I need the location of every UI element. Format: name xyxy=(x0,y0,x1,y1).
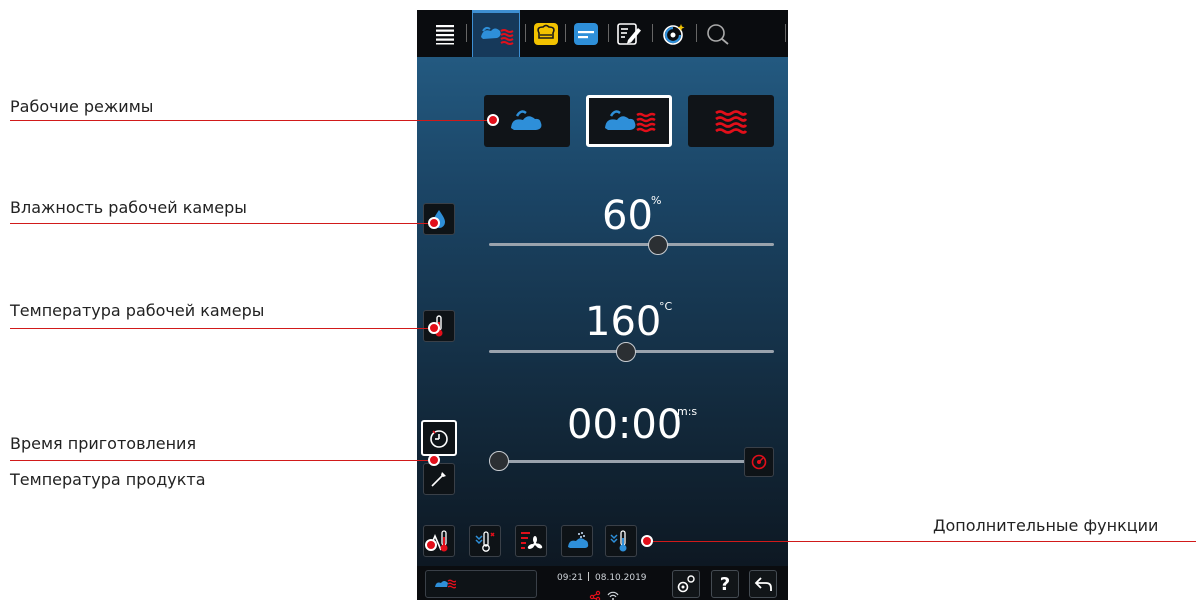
combi-oven-screen: 60 % 160 °C 00:00 m:s 09:21 | 08.10.2019… xyxy=(417,10,788,600)
search-icon xyxy=(707,23,729,45)
annotation-dot-cooking-time xyxy=(428,454,440,466)
mode-combi-button[interactable] xyxy=(586,95,672,147)
cooking-time-value: 00:00 xyxy=(567,402,683,448)
label-cabinet-humidity: Влажность рабочей камеры xyxy=(10,198,247,217)
help-button[interactable]: ? xyxy=(711,570,739,598)
cool-down-function-button[interactable] xyxy=(469,525,501,557)
preheat-icon xyxy=(610,530,627,552)
timer-icon xyxy=(430,430,448,448)
annotation-line-humidity xyxy=(10,223,434,224)
annotation-line-operating-modes xyxy=(10,120,493,121)
back-button[interactable] xyxy=(749,570,777,598)
annotation-dot-delta-t xyxy=(425,539,437,551)
annotation-line-temperature xyxy=(10,328,434,329)
label-cooking-time: Время приготовления xyxy=(10,434,197,453)
core-probe-icon xyxy=(431,472,446,487)
mode-convection-button[interactable] xyxy=(688,95,774,147)
annotation-line-additional-functions xyxy=(648,541,1196,542)
combi-steam-mode-icon xyxy=(481,26,514,45)
annotation-dot-humidity xyxy=(428,217,440,229)
program-list-icon xyxy=(574,22,598,45)
label-operating-modes: Рабочие режимы xyxy=(10,97,154,116)
cooking-time-unit: m:s xyxy=(677,405,698,418)
settings-button[interactable] xyxy=(672,570,700,598)
cooking-time-slider-knob[interactable] xyxy=(489,451,509,471)
humidify-icon xyxy=(568,532,589,548)
label-core-temperature: Температура продукта xyxy=(10,470,206,489)
cooking-time-button[interactable] xyxy=(421,420,457,456)
core-temperature-button[interactable] xyxy=(423,463,455,495)
status-date: 08.10.2019 xyxy=(595,573,647,583)
cabinet-temperature-unit: °C xyxy=(659,300,673,313)
tab-search[interactable] xyxy=(701,10,735,57)
tab-separator xyxy=(565,24,566,42)
cabinet-temperature-slider-knob[interactable] xyxy=(616,342,636,362)
humidity-slider-track[interactable] xyxy=(489,243,774,246)
tab-menu[interactable] xyxy=(425,10,465,57)
annotation-dot-temperature xyxy=(428,322,440,334)
edit-note-icon xyxy=(617,22,641,45)
top-navigation-bar xyxy=(417,10,788,57)
steam-mode-icon xyxy=(511,110,542,130)
humidity-value: 60 xyxy=(602,193,653,239)
cabinet-temperature-value: 160 xyxy=(585,299,662,345)
tab-programming[interactable] xyxy=(612,10,646,57)
tab-intelligent-cooking[interactable] xyxy=(529,10,563,57)
combi-mode-small-icon xyxy=(435,579,456,589)
label-additional-functions: Дополнительные функции xyxy=(933,516,1159,535)
current-mode-indicator[interactable] xyxy=(425,570,537,598)
annotation-dot-additional-functions xyxy=(641,535,653,547)
combi-mode-icon xyxy=(605,110,656,133)
label-cabinet-temperature: Температура рабочей камеры xyxy=(10,301,265,320)
status-time: 09:21 xyxy=(557,573,583,583)
fan-speed-function-button[interactable] xyxy=(515,525,547,557)
annotation-line-cooking-time xyxy=(10,460,434,461)
network-icon xyxy=(589,586,623,600)
smart-cooking-icon xyxy=(663,23,685,45)
continuous-mode-button[interactable] xyxy=(744,447,774,477)
menu-icon xyxy=(436,24,454,44)
tab-smart-functions[interactable] xyxy=(657,10,691,57)
tab-separator xyxy=(608,24,609,42)
tab-separator xyxy=(696,24,697,42)
continuous-operation-icon xyxy=(751,454,767,470)
fan-speed-icon xyxy=(521,532,543,549)
humidity-unit: % xyxy=(651,194,662,207)
back-arrow-icon xyxy=(754,577,772,591)
humidity-slider-knob[interactable] xyxy=(648,235,668,255)
humidify-function-button[interactable] xyxy=(561,525,593,557)
tab-separator xyxy=(466,24,467,42)
chef-hat-icon xyxy=(534,22,558,45)
gear-icon xyxy=(677,575,695,593)
cooking-time-slider-track[interactable] xyxy=(497,460,747,463)
tab-operating-modes[interactable] xyxy=(472,10,520,57)
tab-programs[interactable] xyxy=(569,10,603,57)
tab-separator xyxy=(525,24,526,42)
hot-air-mode-icon xyxy=(715,110,748,134)
tab-separator xyxy=(785,24,786,42)
tab-separator xyxy=(652,24,653,42)
status-separator: | xyxy=(587,572,591,582)
cool-down-icon xyxy=(475,531,495,552)
question-icon: ? xyxy=(719,573,731,595)
annotation-dot-operating-modes xyxy=(487,114,499,126)
preheat-function-button[interactable] xyxy=(605,525,637,557)
